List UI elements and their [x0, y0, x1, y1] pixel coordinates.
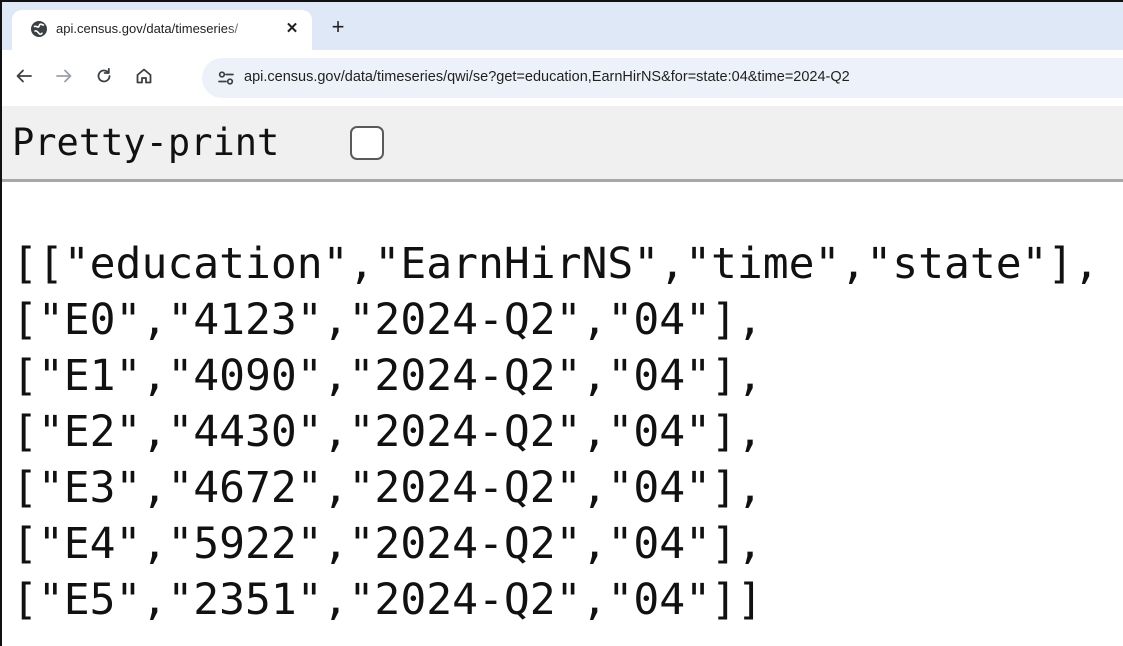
home-button[interactable] [130, 64, 158, 92]
tune-icon[interactable] [216, 68, 236, 88]
pretty-print-label: Pretty-print [12, 121, 280, 164]
forward-button[interactable] [50, 64, 78, 92]
pretty-print-bar: Pretty-print [2, 106, 1123, 182]
json-response: [["education","EarnHirNS","time","state"… [12, 236, 1099, 628]
browser-tab[interactable]: api.census.gov/data/timeseries/ ✕ [12, 10, 312, 50]
back-button[interactable] [10, 64, 38, 92]
back-arrow-icon [14, 66, 34, 91]
reload-button[interactable] [90, 64, 118, 92]
pretty-print-checkbox[interactable] [350, 126, 384, 160]
tab-title: api.census.gov/data/timeseries/ [56, 21, 239, 36]
json-data-row: ["E5","2351","2024-Q2","04"]] [12, 575, 763, 625]
forward-arrow-icon [54, 66, 74, 91]
toolbar: api.census.gov/data/timeseries/qwi/se?ge… [2, 50, 1123, 106]
json-data-row: ["E1","4090","2024-Q2","04"], [12, 351, 763, 401]
url-text[interactable]: api.census.gov/data/timeseries/qwi/se?ge… [244, 69, 850, 85]
json-data-row: ["E2","4430","2024-Q2","04"], [12, 407, 763, 457]
tab-strip: api.census.gov/data/timeseries/ ✕ + [2, 2, 1123, 50]
browser-window: api.census.gov/data/timeseries/ ✕ + api.… [0, 0, 1123, 646]
json-header-row: [["education","EarnHirNS","time","state"… [12, 239, 1100, 289]
home-icon [134, 66, 154, 91]
close-icon[interactable]: ✕ [282, 19, 302, 39]
reload-icon [94, 66, 114, 91]
json-data-row: ["E0","4123","2024-Q2","04"], [12, 295, 763, 345]
json-data-row: ["E3","4672","2024-Q2","04"], [12, 463, 763, 513]
new-tab-button[interactable]: + [324, 14, 352, 42]
globe-icon [30, 20, 48, 38]
json-data-row: ["E4","5922","2024-Q2","04"], [12, 519, 763, 569]
address-bar[interactable]: api.census.gov/data/timeseries/qwi/se?ge… [202, 58, 1123, 98]
